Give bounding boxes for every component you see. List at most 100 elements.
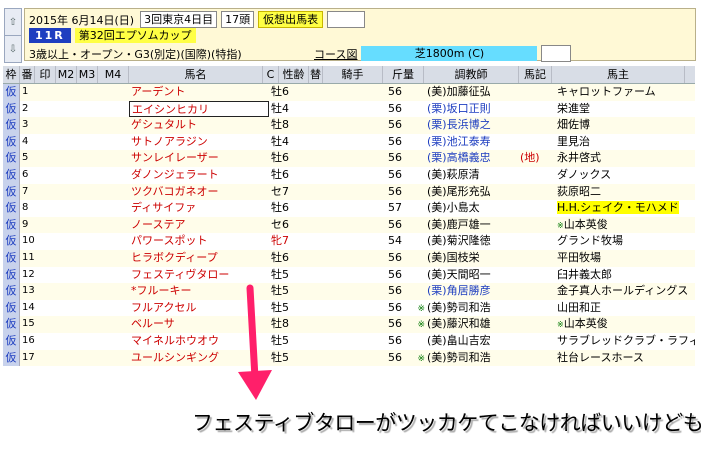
col-ban[interactable]: 番	[20, 66, 35, 83]
owner: ※山本英俊	[555, 316, 695, 333]
horse-name[interactable]: アーデント	[129, 84, 269, 101]
gm-mark	[406, 283, 425, 300]
owner: 畑佐博	[555, 117, 695, 134]
horse-name[interactable]: ベルーサ	[129, 316, 269, 333]
horse-name[interactable]: ユールシンギング	[129, 350, 269, 367]
table-header: 枠 番 印 M2 M3 M4 馬名 C 性齢 替 騎手 斤量 調教師 馬記 馬主	[3, 66, 695, 84]
horse-name[interactable]: ヒラボクディープ	[129, 250, 269, 267]
horse-name[interactable]: ツクバコガネオー	[129, 184, 269, 201]
table-row[interactable]: 仮 15 ベルーサ 牡8 56 ※ (美)藤沢和雄 ※山本英俊	[3, 316, 695, 333]
weight: 56	[388, 167, 402, 181]
waku-cell: 仮	[3, 316, 20, 333]
weight: 56	[388, 118, 402, 132]
col-owner[interactable]: 馬主	[552, 66, 685, 83]
horse-note	[520, 333, 555, 350]
col-m3[interactable]: M3	[77, 66, 98, 83]
col-change[interactable]: 替	[309, 66, 323, 83]
col-c[interactable]: C	[263, 66, 279, 83]
course-info: 芝1800m (C)	[361, 46, 538, 61]
table-row[interactable]: 仮16 マイネルホウオウ牡5 56 (美)畠山吉宏 サラブレッドクラブ・ラフィアン	[3, 332, 695, 350]
trainer-name: 高橋義忠	[446, 151, 491, 165]
owner: 社台レースホース	[555, 350, 695, 367]
col-m2[interactable]: M2	[56, 66, 77, 83]
owner-name: H.H.シェイク・モハメド	[557, 201, 679, 215]
waku-cell: 仮	[3, 266, 20, 284]
table-row[interactable]: 仮 1 アーデント 牡6 56 (美)加藤征弘 キャロットファーム	[3, 84, 695, 101]
trainer-region: (美)	[427, 234, 447, 248]
col-horse-note[interactable]: 馬記	[519, 66, 552, 83]
col-m4[interactable]: M4	[98, 66, 129, 83]
table-row[interactable]: 仮 7 ツクバコガネオー セ7 56 (美)尾形充弘 荻原昭二	[3, 183, 695, 201]
horse-name[interactable]: *フルーキー	[129, 283, 269, 300]
scroll-down-icon[interactable]: ⇩	[5, 35, 21, 62]
table-row[interactable]: 仮 6 ダノンジェラート 牡6 56 (美)萩原清 ダノックス	[3, 166, 695, 184]
weight: 54	[388, 234, 402, 248]
gm-mark	[406, 233, 425, 250]
virtual-entry-badge: 仮想出馬表	[258, 11, 324, 28]
owner: 臼井義太郎	[555, 267, 695, 284]
table-row[interactable]: 仮 5 サンレイレーザー 牡6 56 (栗)高橋義忠 (地) 永井啓式	[3, 150, 695, 167]
table-row[interactable]: 仮 13 *フルーキー 牡5 56 (栗)角居勝彦 金子真人ホールディングス	[3, 283, 695, 300]
horse-name[interactable]: エイシンヒカリ	[129, 100, 269, 118]
col-mark[interactable]: 印	[35, 66, 56, 83]
trainer-region: (栗)	[427, 151, 447, 165]
weight: 56	[388, 85, 402, 98]
col-jockey[interactable]: 騎手	[323, 66, 383, 83]
blank-box[interactable]	[327, 11, 366, 28]
course-map-link[interactable]: コース図	[314, 46, 357, 62]
trainer-region: (栗)	[427, 118, 447, 132]
sex-age: 牡5	[271, 267, 289, 281]
horse-number: 5	[22, 152, 29, 164]
runners-box: 17頭	[221, 11, 255, 28]
gm-mark	[406, 134, 425, 151]
trainer: (美)萩原清	[425, 167, 520, 184]
trainer-region: (美)	[427, 333, 447, 347]
trainer: (美)藤沢和雄	[425, 316, 520, 333]
horse-name[interactable]: サンレイレーザー	[129, 150, 269, 167]
table-row[interactable]: 仮 14 フルアクセル 牡5 56 ※ (美)勢司和浩 山田和正	[3, 299, 695, 317]
scroll-up-icon[interactable]: ⇧	[5, 9, 21, 35]
horse-name[interactable]: ダノンジェラート	[129, 167, 269, 184]
race-header: 2015年 6月14日(日) 3回東京4日目 17頭 仮想出馬表 11R 第32…	[24, 8, 696, 62]
col-horse-name[interactable]: 馬名	[129, 66, 263, 83]
trainer-name: 天間昭一	[446, 267, 491, 281]
col-trainer[interactable]: 調教師	[424, 66, 519, 83]
table-row[interactable]: 仮 4 サトノアラジン 牡4 56 (栗)池江泰寿 里見治	[3, 133, 695, 151]
table-row[interactable]: 仮 9 ノーステア セ6 56 (美)鹿戸雄一 ※山本英俊	[3, 216, 695, 234]
table-row[interactable]: 仮 11 ヒラボクディープ 牡6 56 (美)国枝栄 平田牧場	[3, 249, 695, 267]
table-row[interactable]: 仮 17 ユールシンギング 牡5 56 ※ (美)勢司和浩 社台レースホース	[3, 349, 695, 367]
owner-name: 臼井義太郎	[557, 267, 612, 281]
table-row[interactable]: 仮 10 パワースポット 牝7 54 (美)菊沢隆徳 グランド牧場	[3, 233, 695, 250]
waku-cell: 仮	[3, 150, 20, 167]
owner-name: 山本英俊	[563, 217, 608, 231]
blank-box-2[interactable]	[541, 45, 572, 62]
table-row[interactable]: 仮 3 ゲシュタルト 牡8 56 (栗)長浜博之 畑佐博	[3, 117, 695, 134]
jockey-cell	[303, 101, 384, 118]
trainer-region: (美)	[427, 167, 447, 181]
table-row[interactable]: 仮 8 ディサイファ 牡6 57 (美)小島太 H.H.シェイク・モハメド	[3, 200, 695, 217]
sex-age: 牡5	[271, 284, 289, 298]
horse-name[interactable]: ノーステア	[129, 217, 269, 234]
col-waku[interactable]: 枠	[3, 66, 20, 83]
table-row[interactable]: 仮 12 フェスティヴタロー 牡5 56 (美)天間昭一 臼井義太郎	[3, 266, 695, 284]
trainer: (栗)坂口正則	[425, 101, 520, 118]
horse-name[interactable]: フルアクセル	[129, 300, 269, 317]
col-sex-age[interactable]: 性齢	[279, 66, 309, 83]
owner-name: 山本英俊	[563, 317, 608, 331]
jockey-cell	[303, 267, 384, 284]
horse-name[interactable]: パワースポット	[129, 233, 269, 250]
horse-name[interactable]: ゲシュタルト	[129, 117, 269, 134]
horse-name[interactable]: フェスティヴタロー	[129, 267, 269, 284]
jockey-cell	[303, 217, 384, 234]
horse-name[interactable]: ディサイファ	[129, 200, 269, 217]
trainer-region: (美)	[427, 350, 447, 364]
trainer-region: (栗)	[427, 101, 447, 115]
horse-note	[520, 134, 555, 151]
trainer-region: (美)	[427, 267, 447, 281]
table-row[interactable]: 仮 2 エイシンヒカリ 牡4 56 (栗)坂口正則 栄進堂	[3, 100, 695, 118]
horse-name[interactable]: マイネルホウオウ	[129, 333, 269, 350]
horse-name[interactable]: サトノアラジン	[129, 134, 269, 151]
weight: 56	[388, 317, 402, 331]
col-weight[interactable]: 斤量	[383, 66, 424, 83]
waku-cell: 仮	[3, 166, 20, 184]
